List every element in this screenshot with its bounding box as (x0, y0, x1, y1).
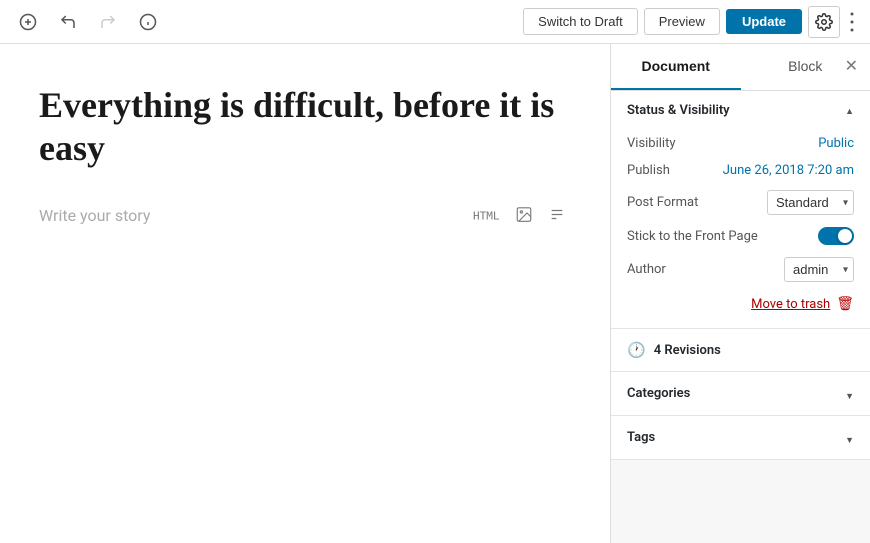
status-visibility-body: Visibility Public Publish June 26, 2018 … (611, 130, 870, 328)
stick-front-page-toggle[interactable] (818, 227, 854, 245)
preview-button[interactable]: Preview (644, 8, 720, 35)
author-row: Author admin ▾ (627, 251, 854, 288)
redo-button[interactable] (92, 6, 124, 38)
sidebar-close-button[interactable]: ✕ (845, 59, 858, 75)
categories-chevron (845, 384, 854, 403)
publish-row: Publish June 26, 2018 7:20 am (627, 157, 854, 184)
tags-label: Tags (627, 430, 655, 445)
block-inline-toolbar: HTML (467, 201, 571, 230)
paragraph-block[interactable]: Write your story HTML (39, 198, 571, 233)
toolbar-left (12, 6, 515, 38)
settings-button[interactable] (808, 6, 840, 38)
stick-front-page-toggle-wrap (818, 227, 854, 245)
info-button[interactable] (132, 6, 164, 38)
status-visibility-label: Status & Visibility (627, 103, 730, 118)
move-to-trash-link[interactable]: Move to trash (751, 297, 830, 312)
revisions-label: 4 Revisions (654, 343, 721, 358)
editor-area[interactable]: Everything is difficult, before it is ea… (0, 44, 610, 543)
status-visibility-chevron (845, 103, 854, 118)
update-button[interactable]: Update (726, 9, 802, 34)
toolbar: Switch to Draft Preview Update (0, 0, 870, 44)
post-format-select[interactable]: Standard Aside Gallery Link Image Quote … (767, 190, 854, 215)
more-options-button[interactable] (846, 8, 858, 36)
main-layout: Everything is difficult, before it is ea… (0, 44, 870, 543)
author-select[interactable]: admin (784, 257, 854, 282)
post-format-row: Post Format Standard Aside Gallery Link … (627, 184, 854, 221)
visibility-value[interactable]: Public (818, 136, 854, 151)
undo-button[interactable] (52, 6, 84, 38)
author-select-wrap: admin ▾ (784, 257, 854, 282)
author-label: Author (627, 262, 666, 277)
add-block-button[interactable] (12, 6, 44, 38)
status-visibility-section: Status & Visibility Visibility Public Pu… (611, 91, 870, 329)
post-format-select-wrap: Standard Aside Gallery Link Image Quote … (767, 190, 854, 215)
sidebar: Document Block ✕ Status & Visibility Vis… (610, 44, 870, 543)
tags-section[interactable]: Tags (611, 416, 870, 460)
image-tool-button[interactable] (509, 201, 539, 230)
revisions-section[interactable]: 🕐 4 Revisions (611, 329, 870, 372)
toolbar-right: Switch to Draft Preview Update (523, 6, 858, 38)
categories-section[interactable]: Categories (611, 372, 870, 416)
visibility-row: Visibility Public (627, 130, 854, 157)
stick-front-page-label: Stick to the Front Page (627, 229, 758, 244)
html-tool-button[interactable]: HTML (467, 202, 505, 229)
status-visibility-header[interactable]: Status & Visibility (611, 91, 870, 130)
post-title[interactable]: Everything is difficult, before it is ea… (39, 84, 571, 170)
stick-front-page-row: Stick to the Front Page (627, 221, 854, 251)
svg-text:HTML: HTML (473, 209, 499, 222)
publish-label: Publish (627, 163, 670, 178)
tags-chevron (845, 428, 854, 447)
post-format-label: Post Format (627, 195, 698, 210)
switch-to-draft-button[interactable]: Switch to Draft (523, 8, 638, 35)
publish-value[interactable]: June 26, 2018 7:20 am (723, 163, 854, 178)
toggle-knob (838, 229, 852, 243)
categories-label: Categories (627, 386, 690, 401)
trash-row: Move to trash 🗑 (627, 288, 854, 314)
tab-document[interactable]: Document (611, 44, 741, 90)
sidebar-tabs: Document Block ✕ (611, 44, 870, 91)
revisions-clock-icon: 🕐 (627, 341, 646, 359)
paragraph-placeholder: Write your story (39, 206, 150, 225)
editor-inner: Everything is difficult, before it is ea… (15, 44, 595, 273)
heading-tool-button[interactable] (543, 202, 571, 229)
trash-icon: 🗑 (836, 296, 854, 312)
visibility-label: Visibility (627, 136, 676, 151)
